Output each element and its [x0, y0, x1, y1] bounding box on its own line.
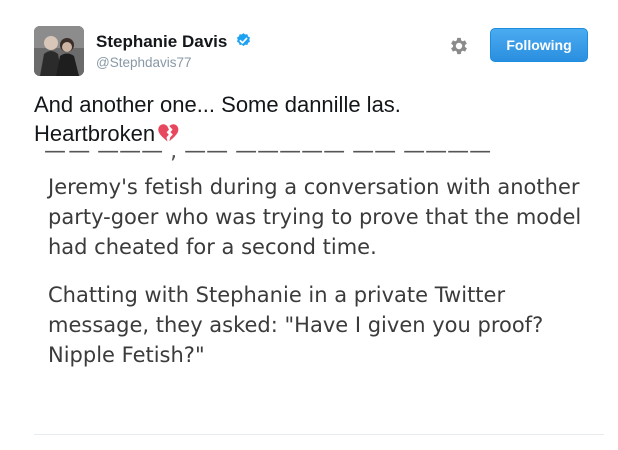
following-button[interactable]: Following	[490, 28, 588, 62]
gear-icon[interactable]	[448, 35, 470, 57]
handle[interactable]: @Stephdavis77	[96, 55, 252, 70]
tweet-text: And another one... Some dannille las. He…	[34, 90, 594, 148]
tweet-header: Stephanie Davis @Stephdavis77 Following	[34, 24, 588, 76]
display-name[interactable]: Stephanie Davis	[96, 32, 227, 52]
divider	[34, 434, 604, 435]
cropped-text-line: — — ——— , —— ————— —— ————	[44, 150, 492, 164]
embedded-article-body: Jeremy's fetish during a conversation wi…	[48, 172, 588, 390]
avatar[interactable]	[34, 26, 84, 76]
article-paragraph: Chatting with Stephanie in a private Twi…	[48, 283, 544, 367]
tweet-text-line-2: Heartbroken	[34, 121, 156, 146]
article-paragraph: Jeremy's fetish during a conversation wi…	[48, 175, 582, 259]
tweet-card: Stephanie Davis @Stephdavis77 Following …	[0, 0, 618, 450]
avatar-photo	[34, 26, 84, 76]
embedded-article-screenshot: — — ——— , —— ————— —— ———— Jeremy's feti…	[34, 150, 604, 435]
tweet-text-line-1: And another one... Some dannille las.	[34, 92, 401, 117]
broken-heart-icon	[158, 124, 179, 142]
verified-badge-icon	[236, 33, 250, 47]
name-block: Stephanie Davis @Stephdavis77	[96, 32, 252, 70]
